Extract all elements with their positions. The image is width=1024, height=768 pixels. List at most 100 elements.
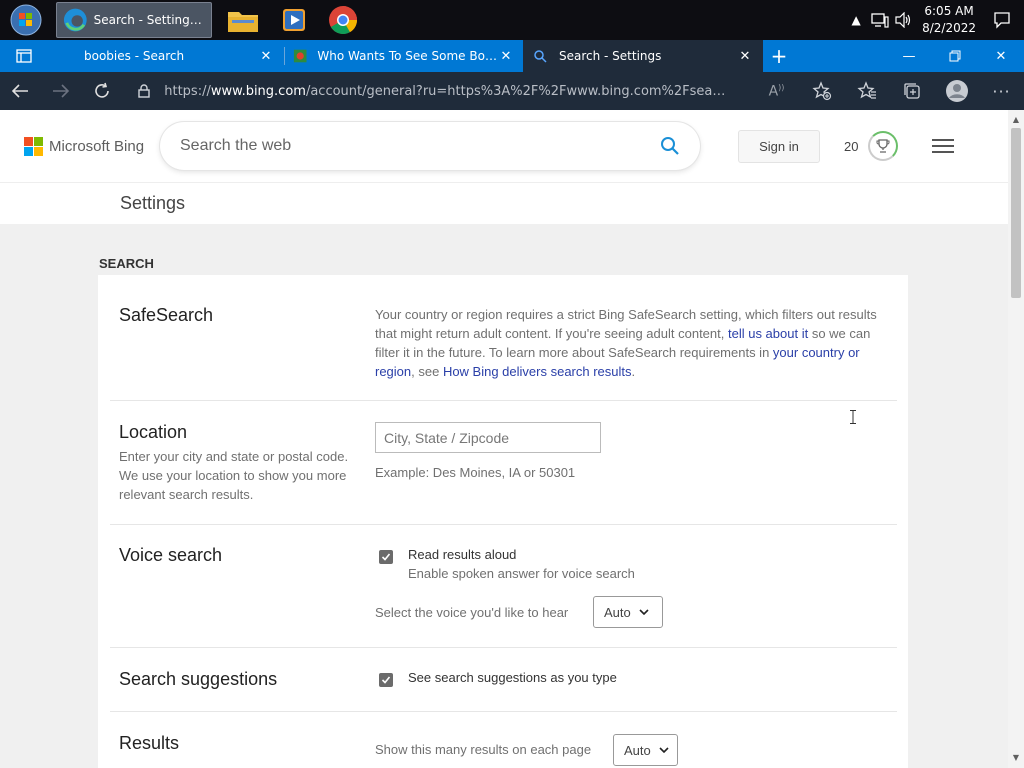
new-tab-button[interactable]: + — [763, 40, 795, 72]
bing-logo[interactable]: Microsoft Bing — [24, 136, 154, 156]
safesearch-title: SafeSearch — [119, 305, 214, 325]
close-tab-icon[interactable]: ✕ — [256, 49, 276, 64]
lock-icon[interactable] — [124, 84, 164, 98]
plus-icon: + — [770, 44, 788, 68]
system-tray: ▲ 6:05 AM 8/2/2022 — [844, 0, 1024, 40]
how-bing-delivers-link[interactable]: How Bing delivers search results — [443, 364, 632, 379]
results-row: Results Show this many results on each p… — [110, 712, 897, 768]
close-tab-icon[interactable]: ✕ — [735, 49, 755, 64]
system-clock[interactable]: 6:05 AM 8/2/2022 — [922, 3, 976, 37]
location-input[interactable] — [375, 422, 601, 453]
voice-search-row: Voice search Read results aloud Enable s… — [110, 525, 897, 648]
star-add-icon — [811, 81, 831, 101]
minimize-button[interactable]: — — [886, 40, 932, 72]
search-favicon-icon — [534, 50, 547, 63]
voice-select[interactable]: Auto — [593, 596, 663, 628]
page-scrollbar[interactable]: ▲ ▼ — [1008, 110, 1024, 768]
refresh-button[interactable] — [82, 72, 123, 110]
refresh-icon — [95, 82, 109, 98]
settings-title-bar: Settings — [0, 182, 1008, 224]
location-row: Location Enter your city and state or po… — [110, 401, 897, 525]
sign-in-button[interactable]: Sign in — [738, 129, 820, 163]
more-icon: ··· — [992, 81, 1011, 101]
location-description: Enter your city and state or postal code… — [119, 449, 349, 502]
results-title: Results — [119, 733, 180, 753]
read-aloud-button[interactable]: A)) — [754, 72, 799, 110]
folder-icon — [228, 12, 258, 32]
favorites-button[interactable] — [844, 72, 889, 110]
tab-actions-button[interactable] — [0, 40, 48, 72]
menu-icon[interactable] — [932, 135, 955, 157]
page-title: Settings — [120, 193, 186, 213]
taskbar-media-player[interactable] — [274, 2, 314, 38]
collections-button[interactable] — [889, 72, 934, 110]
tab-search-settings[interactable]: Search - Settings ✕ — [523, 40, 763, 72]
tab-boobies-search[interactable]: boobies - Search ✕ — [48, 40, 284, 72]
tab-title: Search - Settings — [559, 49, 662, 63]
close-window-button[interactable]: ✕ — [978, 40, 1024, 72]
safesearch-description: Your country or region requires a strict… — [375, 307, 877, 379]
back-button[interactable] — [0, 72, 41, 110]
taskbar-edge-window[interactable]: Search - Settings ... — [56, 2, 212, 38]
taskbar-chrome[interactable] — [322, 2, 364, 38]
safesearch-row: SafeSearch Your country or region requir… — [110, 275, 897, 401]
rewards-count: 20 — [844, 138, 859, 154]
navigation-bar: https://www.bing.com/account/general?ru=… — [0, 72, 1024, 110]
clock-date: 8/2/2022 — [922, 21, 976, 35]
suggestions-checkbox[interactable] — [379, 673, 393, 687]
rewards-button[interactable]: 20 — [844, 131, 899, 161]
read-aloud-checkbox[interactable] — [379, 550, 393, 564]
settings-more-button[interactable]: ··· — [979, 72, 1024, 110]
windows-logo-icon — [10, 4, 42, 36]
bing-header: Microsoft Bing Sign in 20 — [0, 110, 1008, 182]
restore-button[interactable] — [932, 40, 978, 72]
url-text: https://www.bing.com/account/general?ru=… — [164, 83, 730, 99]
search-icon[interactable] — [660, 136, 680, 156]
scroll-up-icon[interactable]: ▲ — [1008, 112, 1024, 128]
address-bar[interactable]: https://www.bing.com/account/general?ru=… — [124, 76, 754, 106]
results-select-label: Show this many results on each page — [375, 742, 592, 757]
results-count-select[interactable]: Auto — [613, 734, 678, 766]
chevron-down-icon — [659, 745, 669, 756]
volume-icon[interactable] — [892, 8, 916, 32]
tab-title: Who Wants To See Some Boobies — [317, 49, 497, 63]
scroll-down-icon[interactable]: ▼ — [1008, 750, 1024, 766]
collections-icon — [903, 83, 920, 99]
close-tab-icon[interactable]: ✕ — [497, 49, 515, 64]
tab-who-wants[interactable]: Who Wants To See Some Boobies ✕ — [285, 40, 523, 72]
taskbar-file-explorer[interactable] — [220, 2, 266, 38]
favorites-icon — [856, 81, 876, 99]
taskbar-window-title: Search - Settings ... — [93, 13, 205, 27]
start-button[interactable] — [6, 0, 46, 40]
suggestions-label: See search suggestions as you type — [408, 670, 617, 685]
checkmark-icon — [381, 676, 391, 684]
location-title: Location — [119, 422, 188, 442]
forward-button[interactable] — [41, 72, 82, 110]
back-arrow-icon — [12, 84, 29, 98]
notifications-icon[interactable] — [990, 8, 1014, 32]
results-select-value: Auto — [624, 742, 651, 758]
tab-actions-icon — [16, 49, 32, 63]
network-icon[interactable] — [868, 8, 892, 32]
chevron-down-icon — [639, 607, 649, 618]
profile-button[interactable] — [934, 72, 979, 110]
search-suggestions-row: Search suggestions See search suggestion… — [110, 648, 897, 712]
show-hidden-icons-icon[interactable]: ▲ — [844, 8, 868, 32]
tab-title: boobies - Search — [84, 49, 185, 63]
restore-icon — [949, 50, 961, 62]
site-favicon-icon — [293, 49, 307, 63]
tab-strip: boobies - Search ✕ Who Wants To See Some… — [0, 40, 1024, 72]
settings-card: SafeSearch Your country or region requir… — [98, 275, 908, 768]
scroll-thumb[interactable] — [1011, 128, 1021, 298]
tell-us-link[interactable]: tell us about it — [728, 326, 808, 341]
search-input[interactable] — [180, 137, 660, 155]
chrome-icon — [329, 6, 357, 34]
search-box — [160, 122, 700, 170]
trophy-icon — [868, 131, 899, 161]
clock-time: 6:05 AM — [924, 4, 974, 18]
page-content: Microsoft Bing Sign in 20 Settings SEARC… — [0, 110, 1008, 768]
location-example: Example: Des Moines, IA or 50301 — [375, 465, 576, 480]
profile-avatar-icon — [945, 80, 968, 102]
read-aloud-label: Read results aloud — [408, 547, 517, 562]
add-favorite-button[interactable] — [799, 72, 844, 110]
